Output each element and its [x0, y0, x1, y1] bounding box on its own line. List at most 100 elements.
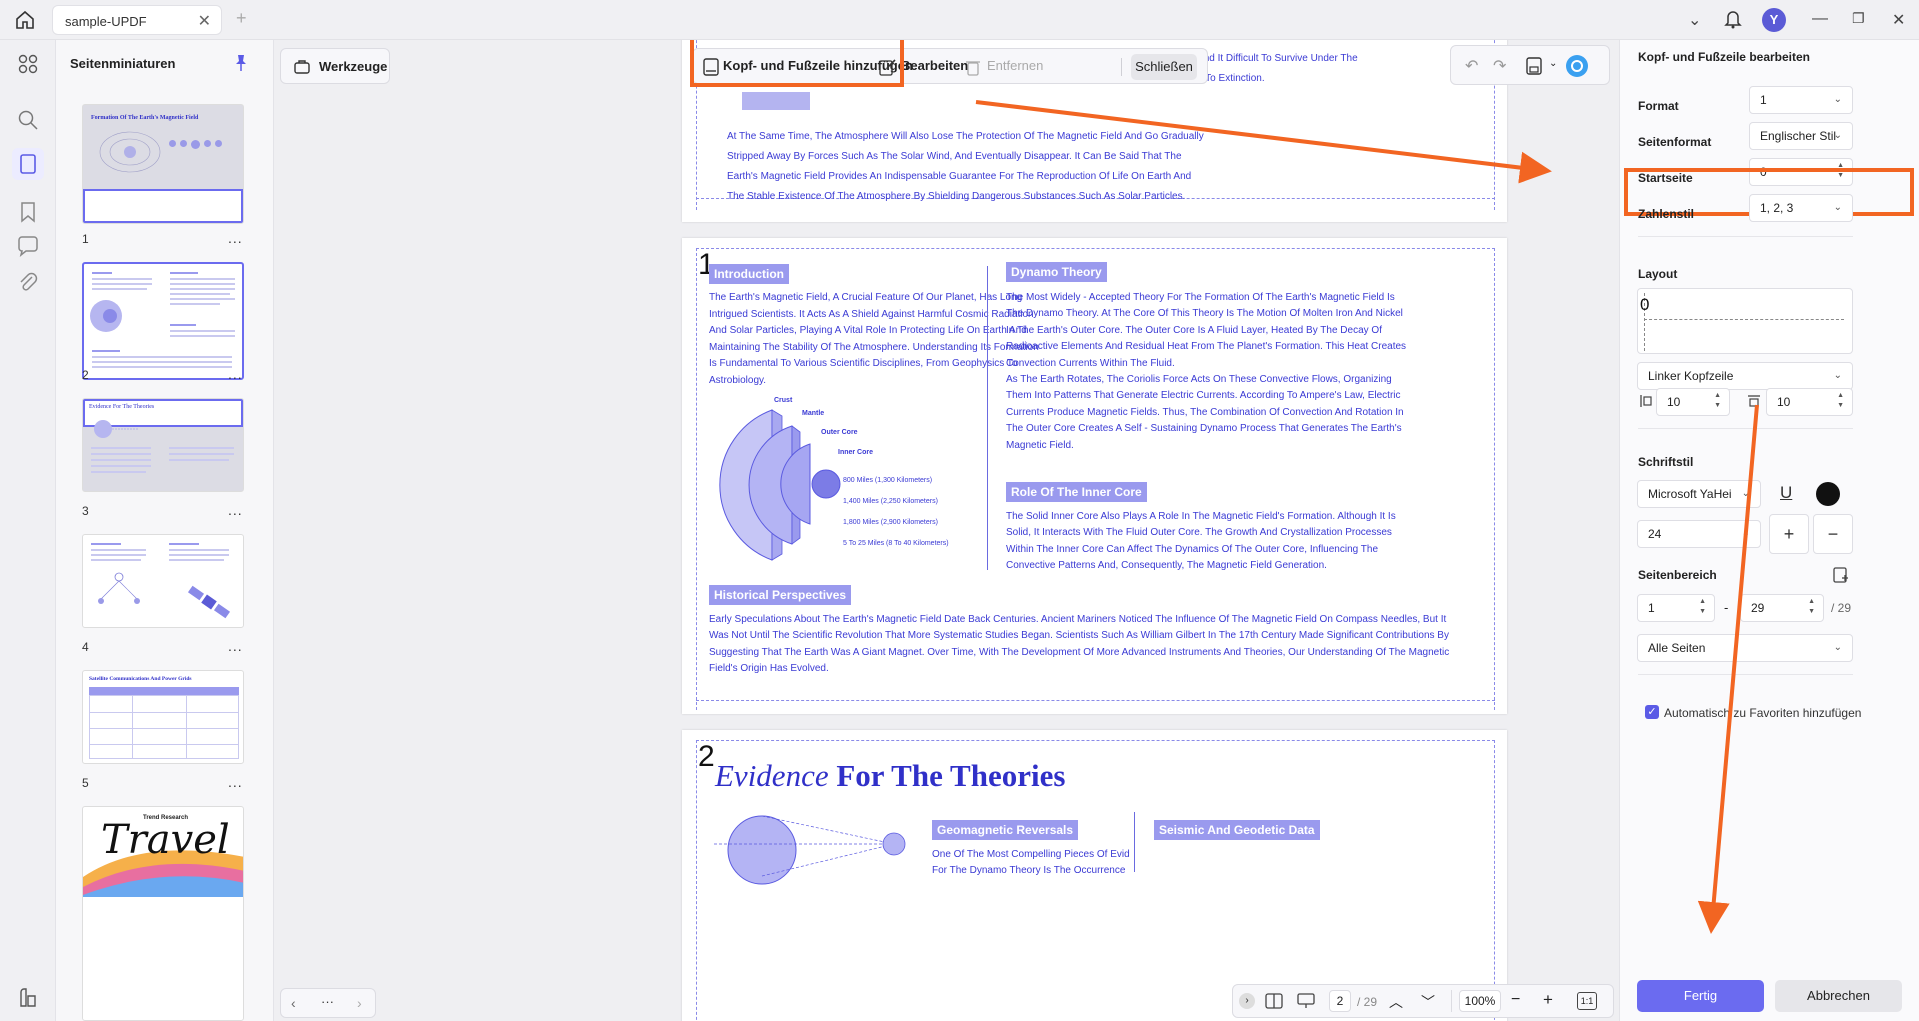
number-style-select-value: 1, 2, 3	[1760, 201, 1794, 215]
favorites-checkbox[interactable]: ✓	[1645, 705, 1659, 719]
save-icon[interactable]	[1525, 56, 1543, 76]
done-button[interactable]: Fertig	[1637, 980, 1764, 1012]
body-paragraph: At The Same Time, The Atmosphere Will Al…	[727, 127, 1204, 207]
thumbnail-page-5[interactable]: Satellite Communications And Power Grids	[82, 670, 244, 764]
stepper-icon[interactable]: ▲ ▼	[1714, 391, 1721, 411]
save-dropdown-icon[interactable]: ⌄	[1549, 58, 1557, 69]
tools-button[interactable]: Werkzeuge	[280, 48, 390, 84]
thumbnail-page-4[interactable]	[82, 534, 244, 628]
number-style-select[interactable]: 1, 2, 3 ⌄	[1749, 194, 1853, 222]
text-line: Stripped Away By Forces Such As The Sola…	[727, 151, 1182, 162]
remove-button[interactable]: Entfernen	[987, 58, 1043, 73]
toolbox-icon	[294, 60, 310, 74]
thumbnail-more-icon[interactable]: ...	[228, 230, 243, 246]
underline-icon[interactable]: U	[1780, 483, 1792, 503]
increase-size-button[interactable]: +	[1769, 514, 1809, 554]
left-margin-input[interactable]: 10 ▲ ▼	[1656, 388, 1730, 416]
text-line: Earth's Magnetic Field Provides An Indis…	[727, 171, 1192, 182]
stepper-icon[interactable]: ▲ ▼	[1808, 597, 1815, 617]
stepper-icon[interactable]: ▲ ▼	[1699, 597, 1706, 617]
page-format-select[interactable]: Englischer Stil ⌄	[1749, 122, 1853, 150]
thumbnail-footer-area	[83, 189, 243, 223]
layout-preview[interactable]: 0	[1637, 288, 1853, 354]
stepper-icon[interactable]: ▲ ▼	[1837, 161, 1844, 181]
thumbnail-page-3[interactable]: Evidence For The Theories	[82, 398, 244, 492]
thumbnail-panel: Seitenminiaturen Formation Of The Earth'…	[56, 40, 274, 1021]
undo-icon[interactable]: ↶	[1465, 56, 1478, 76]
font-color-swatch[interactable]	[1816, 482, 1840, 506]
add-tab-icon[interactable]: +	[236, 8, 247, 29]
document-tab[interactable]: sample-UPDF ✕	[52, 5, 222, 35]
pin-icon[interactable]	[233, 54, 249, 72]
chevron-up-icon[interactable]: ︿	[1389, 992, 1403, 1012]
bookmark-icon[interactable]	[16, 200, 40, 224]
chevron-right-icon[interactable]: ›	[357, 995, 362, 1011]
decrease-size-button[interactable]: −	[1813, 514, 1853, 554]
thumbnail-number: 3	[82, 504, 89, 518]
cancel-button[interactable]: Abbrechen	[1775, 980, 1902, 1012]
page-layout-icon[interactable]	[1265, 993, 1283, 1009]
chevron-right-icon[interactable]: ›	[1239, 993, 1255, 1009]
thumbnail-more-icon[interactable]: ...	[228, 366, 243, 382]
chevron-down-icon[interactable]: ⌄	[1688, 10, 1701, 30]
minimize-icon[interactable]: —	[1812, 10, 1828, 28]
position-select[interactable]: Linker Kopfzeile ⌄	[1637, 362, 1853, 390]
format-label: Format	[1638, 99, 1679, 113]
restore-icon[interactable]: ❐	[1852, 10, 1865, 27]
thumbnail-page-6[interactable]: Trend Research Travel	[82, 806, 244, 1021]
stepper-icon[interactable]: ▲ ▼	[1837, 391, 1844, 411]
search-icon[interactable]	[16, 108, 40, 132]
font-family-select[interactable]: Microsoft YaHei ⌄	[1637, 480, 1761, 508]
page-format-select-value: Englischer Stil	[1760, 129, 1837, 143]
text-line: Solid, It Interacts With The Fluid Outer…	[1006, 527, 1392, 539]
redo-icon[interactable]: ↷	[1493, 56, 1506, 76]
top-margin-input[interactable]: 10 ▲ ▼	[1766, 388, 1853, 416]
column-divider	[1134, 812, 1135, 872]
home-icon[interactable]	[14, 9, 36, 31]
grid-icon[interactable]	[16, 52, 40, 76]
close-tab-icon[interactable]: ✕	[198, 11, 211, 31]
section-heading: Introduction	[709, 264, 789, 284]
updf-logo-icon[interactable]	[16, 986, 40, 1010]
thumbnail-page-2[interactable]	[82, 262, 244, 380]
zoom-in-icon[interactable]: +	[1543, 990, 1553, 1010]
thumbnail-more-icon[interactable]: ...	[228, 774, 243, 790]
font-size-select[interactable]: 24 ⌄	[1637, 520, 1761, 548]
close-window-icon[interactable]: ✕	[1892, 10, 1905, 30]
comment-icon[interactable]	[16, 234, 40, 258]
thumbnail-diagram	[90, 300, 122, 332]
format-select[interactable]: 1 ⌄	[1749, 86, 1853, 114]
column-divider	[987, 266, 988, 570]
thumbnail-number: 1	[82, 232, 89, 246]
more-icon[interactable]: ···	[321, 994, 334, 1009]
text-line: The Stable Existence Of The Atmosphere B…	[727, 191, 1186, 202]
ai-assistant-icon[interactable]	[1565, 54, 1589, 78]
zoom-out-icon[interactable]: −	[1511, 991, 1520, 1009]
chevron-down-icon[interactable]: ﹀	[1421, 992, 1435, 1012]
presentation-icon[interactable]	[1297, 993, 1315, 1009]
range-from-input[interactable]: 1 ▲ ▼	[1637, 594, 1715, 622]
edit-button[interactable]: Bearbeiten	[901, 58, 968, 73]
close-header-footer-button[interactable]: Schließen	[1131, 54, 1197, 80]
text-line: For The Dynamo Theory Is The Occurrence	[932, 865, 1126, 876]
range-to-input[interactable]: 29 ▲ ▼	[1740, 594, 1824, 622]
page-range-icon[interactable]	[1832, 566, 1850, 584]
start-page-input[interactable]: 0 ▲ ▼	[1749, 158, 1853, 186]
text-line: Magnetic Field.	[1006, 439, 1074, 451]
top-margin-icon	[1748, 395, 1760, 407]
page-format-label: Seitenformat	[1638, 135, 1712, 149]
thumbnail-page-1[interactable]: Formation Of The Earth's Magnetic Field	[82, 104, 244, 224]
current-page-input[interactable]: 2	[1329, 990, 1351, 1012]
chevron-left-icon[interactable]: ‹	[291, 995, 296, 1011]
page-thumbnails-icon[interactable]	[12, 148, 44, 180]
thumbnail-more-icon[interactable]: ...	[228, 638, 243, 654]
avatar[interactable]: Y	[1762, 8, 1786, 32]
pages-subset-select[interactable]: Alle Seiten ⌄	[1637, 634, 1853, 662]
text-line: The Earth's Magnetic Field, A Crucial Fe…	[709, 292, 1023, 303]
thumbnail-more-icon[interactable]: ...	[228, 502, 243, 518]
attachment-icon[interactable]	[16, 270, 40, 294]
actual-size-icon[interactable]: 1:1	[1577, 992, 1597, 1010]
zoom-level-input[interactable]: 100%	[1459, 990, 1501, 1012]
bell-icon[interactable]	[1724, 9, 1742, 29]
title-bar: sample-UPDF ✕ + ⌄ Y — ❐ ✕	[0, 0, 1919, 40]
